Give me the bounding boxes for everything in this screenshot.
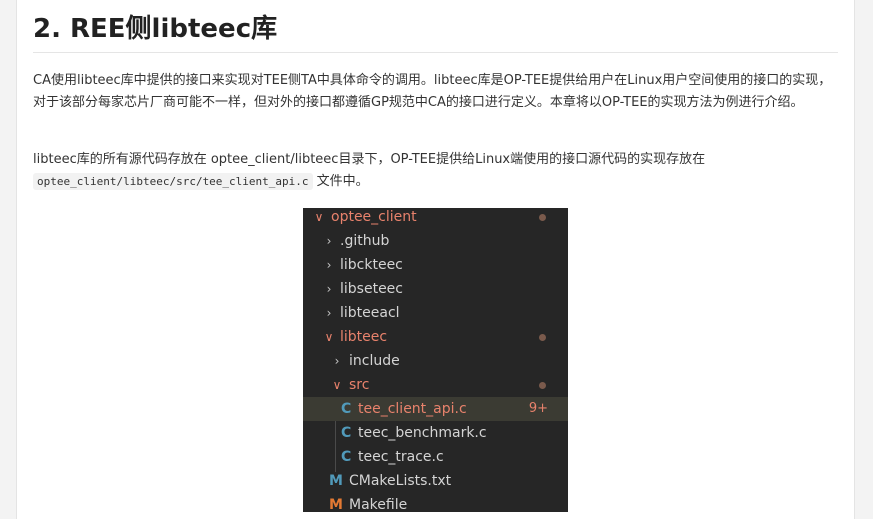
tree-item-libckteec[interactable]: › libckteec — [303, 253, 568, 277]
section-heading: 2. REE侧libteec库 — [33, 10, 838, 53]
tree-item-label: .github — [340, 233, 390, 249]
chevron-down-icon: ∨ — [332, 378, 342, 392]
tree-item-label: teec_trace.c — [358, 449, 444, 465]
tree-item-cmakelists[interactable]: M CMakeLists.txt — [303, 469, 568, 493]
tree-item-label: tee_client_api.c — [358, 401, 467, 417]
chevron-down-icon: ∨ — [324, 330, 334, 344]
tree-item-github[interactable]: › .github — [303, 229, 568, 253]
modified-dot-icon — [539, 382, 546, 389]
problems-badge: 9+ — [528, 401, 548, 416]
makefile-icon: M — [329, 497, 343, 512]
chevron-right-icon: › — [334, 354, 340, 368]
document-page: 2. REE侧libteec库 CA使用libteec库中提供的接口来实现对TE… — [16, 0, 855, 519]
tree-item-teec-benchmark[interactable]: C teec_benchmark.c — [303, 421, 568, 445]
file-tree-screenshot: ∨ optee_client › .github › libckteec › l… — [303, 208, 568, 512]
tree-item-label: src — [349, 377, 370, 393]
chevron-right-icon: › — [326, 306, 332, 320]
c-file-icon: C — [341, 425, 352, 441]
chevron-right-icon: › — [326, 282, 332, 296]
tree-item-label: libseteec — [340, 281, 403, 297]
tree-item-label: libckteec — [340, 257, 403, 273]
c-file-icon: C — [341, 401, 352, 417]
cmake-file-icon: M — [329, 473, 343, 489]
tree-item-label: libteeacl — [340, 305, 400, 321]
tree-item-libteec[interactable]: ∨ libteec — [303, 325, 568, 349]
chevron-right-icon: › — [326, 258, 332, 272]
paragraph-intro: CA使用libteec库中提供的接口来实现对TEE侧TA中具体命令的调用。lib… — [33, 73, 832, 110]
tree-item-label: Makefile — [349, 497, 408, 512]
inline-code-path: optee_client/libteec/src/tee_client_api.… — [33, 172, 313, 190]
tree-item-optee-client[interactable]: ∨ optee_client — [303, 208, 568, 229]
chevron-right-icon: › — [326, 234, 332, 248]
tree-item-makefile[interactable]: M Makefile — [303, 493, 568, 512]
tree-item-libteeacl[interactable]: › libteeacl — [303, 301, 568, 325]
tree-item-tee-client-api[interactable]: C tee_client_api.c 9+ — [303, 397, 568, 421]
modified-dot-icon — [539, 214, 546, 221]
tree-item-label: libteec — [340, 329, 388, 345]
tree-item-include[interactable]: › include — [303, 349, 568, 373]
paragraph-text-end: 文件中。 — [312, 173, 369, 189]
tree-item-teec-trace[interactable]: C teec_trace.c — [303, 445, 568, 469]
chevron-down-icon: ∨ — [314, 210, 324, 224]
tree-item-libseteec[interactable]: › libseteec — [303, 277, 568, 301]
tree-item-label: teec_benchmark.c — [358, 425, 487, 441]
tree-item-label: include — [349, 353, 400, 369]
tree-item-label: CMakeLists.txt — [349, 473, 452, 489]
tree-item-label: optee_client — [331, 209, 417, 225]
modified-dot-icon — [539, 334, 546, 341]
paragraph-text: libteec库的所有源代码存放在 optee_client/libteec目录… — [33, 152, 706, 167]
tree-item-src[interactable]: ∨ src — [303, 373, 568, 397]
c-file-icon: C — [341, 449, 352, 465]
paragraph-source-location: libteec库的所有源代码存放在 optee_client/libteec目录… — [33, 149, 838, 192]
